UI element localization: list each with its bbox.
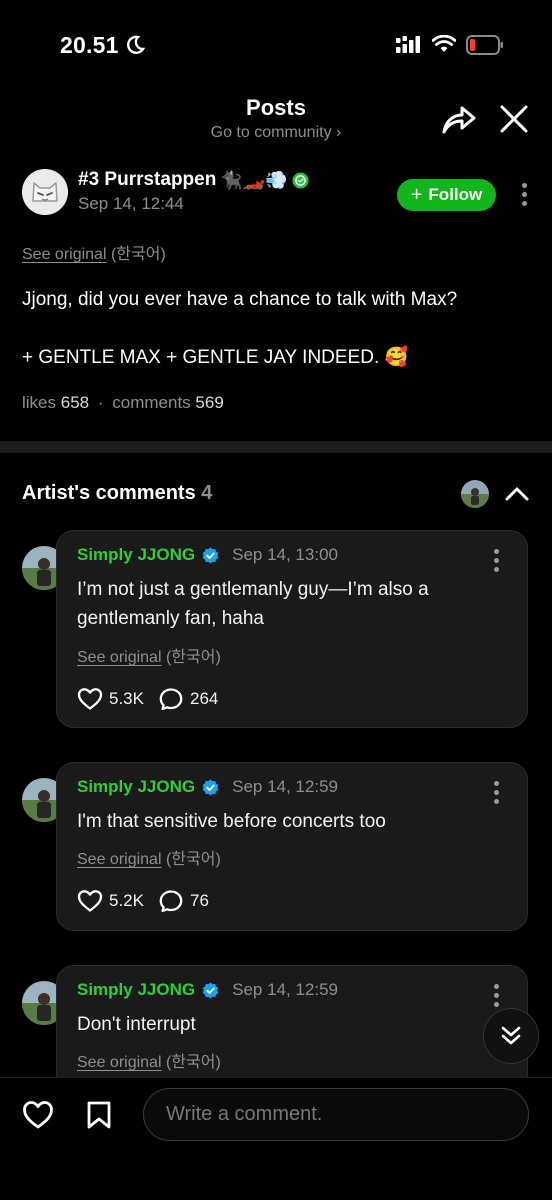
comment-reply-count: 76 [189, 891, 209, 910]
section-divider [0, 441, 552, 453]
see-original-link[interactable]: See original [22, 246, 107, 263]
comment-text: Don't interrupt [77, 1014, 196, 1035]
post-see-original[interactable]: See original (한국어) [22, 240, 166, 264]
original-language: (한국어) [165, 1054, 221, 1071]
status-time: 20.51 [60, 32, 119, 58]
bookmark-icon[interactable] [85, 1100, 113, 1130]
post-stats: likes 658 · comments 569 [22, 393, 224, 413]
comment-header: Simply JJONG Sep 14, 12:59 [77, 777, 338, 797]
comment-date: Sep 14, 12:59 [232, 777, 338, 796]
author-name[interactable]: #3 Purrstappen [78, 169, 216, 191]
comment-like-count: 5.3K [109, 689, 144, 708]
comment-see-original[interactable]: See original (한국어) [77, 643, 221, 667]
reply-bubble-icon[interactable] [158, 889, 184, 913]
plus-icon: + [410, 184, 423, 206]
post-more-options-icon[interactable] [521, 183, 527, 210]
dot [494, 549, 499, 554]
post-body: Jjong, did you ever have a chance to tal… [22, 285, 532, 372]
comment-see-original[interactable]: See original (한국어) [77, 845, 221, 869]
verified-badge-icon [202, 982, 219, 998]
verified-badge-icon [202, 779, 219, 795]
dot [494, 1002, 499, 1007]
comment-see-original[interactable]: See original (한국어) [77, 1048, 221, 1072]
dot [521, 201, 527, 206]
comment-text: I’m not just a gentlemanly guy—I’m also … [77, 579, 429, 629]
dot [494, 984, 499, 989]
cat-avatar-icon [22, 169, 68, 215]
comment-reply-count: 264 [189, 689, 219, 708]
close-icon[interactable] [497, 102, 531, 136]
author-name-row[interactable]: #3 Purrstappen 🐈‍⬛🏎️💨 [78, 169, 309, 191]
commenter-name[interactable]: Simply JJONG [77, 980, 195, 1000]
comment-date: Sep 14, 12:59 [232, 980, 338, 999]
heart-icon[interactable] [77, 687, 103, 711]
dot [494, 799, 499, 804]
artist-comment-card: Simply JJONG Sep 14, 13:00 I’m not just … [56, 530, 528, 728]
original-language: (한국어) [110, 246, 166, 263]
heart-icon[interactable] [22, 1099, 54, 1131]
commenter-name[interactable]: Simply JJONG [77, 545, 195, 565]
comment-actions: 5.3K 264 [77, 687, 218, 711]
comment-header: Simply JJONG Sep 14, 13:00 [77, 545, 338, 565]
comment-date: Sep 14, 13:00 [232, 545, 338, 564]
original-language: (한국어) [165, 851, 221, 868]
reply-bubble-icon[interactable] [158, 687, 184, 711]
comments-count: 569 [195, 393, 224, 412]
post-body-line: + GENTLE MAX + GENTLE JAY INDEED. 🥰 [22, 347, 409, 368]
see-original-link[interactable]: See original [77, 649, 162, 666]
dot [494, 558, 499, 563]
follow-label: Follow [428, 185, 483, 204]
likes-label: likes [22, 393, 57, 412]
artist-comment-card: Simply JJONG Sep 14, 12:59 I'm that sens… [56, 762, 528, 931]
wifi-icon [432, 35, 456, 52]
follow-button[interactable]: + Follow [397, 179, 496, 211]
comment-input[interactable] [143, 1088, 529, 1141]
artist-comments-title: Artist's comments 4 [22, 482, 212, 505]
post-date: Sep 14, 12:44 [78, 194, 184, 213]
dot [494, 781, 499, 786]
chevron-up-icon[interactable] [504, 484, 530, 504]
comment-text: I'm that sensitive before concerts too [77, 811, 386, 832]
comment-more-options-icon[interactable] [494, 549, 499, 576]
share-icon[interactable] [440, 100, 478, 138]
dot [521, 183, 527, 188]
cellular-signal-icon [396, 36, 420, 53]
comment-like-count: 5.2K [109, 891, 144, 910]
dot [494, 993, 499, 998]
commenter-name[interactable]: Simply JJONG [77, 777, 195, 797]
scroll-to-bottom-button[interactable] [483, 1008, 539, 1064]
verified-badge-icon [202, 547, 219, 563]
original-language: (한국어) [165, 649, 221, 666]
artist-photo-icon [461, 480, 489, 508]
see-original-link[interactable]: See original [77, 851, 162, 868]
comment-actions: 5.2K 76 [77, 889, 209, 913]
dot [494, 567, 499, 572]
artist-avatar-small [461, 480, 489, 508]
verified-fan-badge-icon [292, 172, 309, 188]
moon-icon [127, 35, 146, 54]
comment-header: Simply JJONG Sep 14, 12:59 [77, 980, 338, 1000]
battery-low-icon [466, 35, 503, 55]
stats-separator: · [97, 393, 104, 412]
dot [521, 192, 527, 197]
comment-more-options-icon[interactable] [494, 984, 499, 1011]
author-avatar[interactable] [22, 169, 68, 215]
post-body-line: Jjong, did you ever have a chance to tal… [22, 289, 458, 310]
double-chevron-down-icon [501, 1026, 521, 1045]
dot [494, 790, 499, 795]
author-emoji: 🐈‍⬛🏎️💨 [220, 169, 288, 190]
artist-comments-label: Artist's comments [22, 482, 196, 504]
heart-icon[interactable] [77, 889, 103, 913]
artist-comments-count: 4 [201, 482, 213, 504]
see-original-link[interactable]: See original [77, 1054, 162, 1071]
comment-more-options-icon[interactable] [494, 781, 499, 808]
likes-count: 658 [60, 393, 90, 412]
comments-label: comments [112, 393, 191, 412]
